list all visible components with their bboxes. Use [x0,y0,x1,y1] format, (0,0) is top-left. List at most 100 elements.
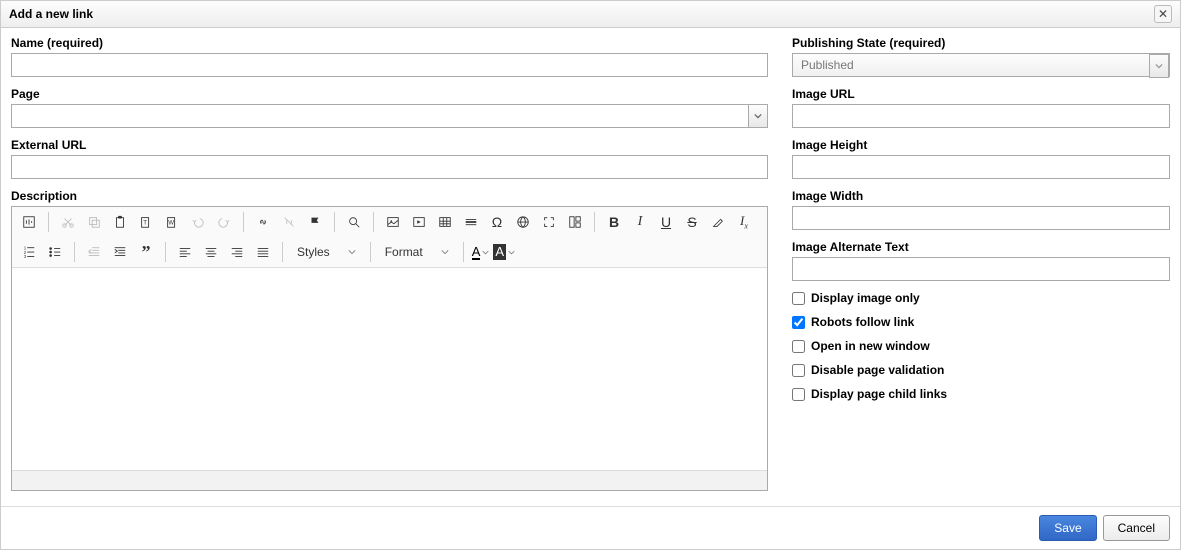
publishing-state-value: Published [793,54,1149,76]
dialog-titlebar: Add a new link ✕ [1,1,1180,28]
paste-word-button[interactable]: W [161,211,183,233]
link-icon [256,215,270,229]
cut-button[interactable] [57,211,79,233]
table-icon [438,215,452,229]
disable-validation-checkbox[interactable] [792,364,805,377]
robots-follow-row: Robots follow link [792,315,1170,329]
ol-icon: 123 [22,245,36,259]
embed-button[interactable] [408,211,430,233]
image-url-field: Image URL [792,87,1170,128]
blockquote-button[interactable]: ” [135,241,157,263]
image-url-label: Image URL [792,87,1170,101]
search-icon [347,215,361,229]
image-width-field: Image Width [792,189,1170,230]
bold-icon: B [609,214,619,230]
redo-button[interactable] [213,211,235,233]
styles-dropdown[interactable]: Styles [291,241,362,263]
image-height-input[interactable] [792,155,1170,179]
image-url-input[interactable] [792,104,1170,128]
hr-button[interactable] [460,211,482,233]
bold-button[interactable]: B [603,211,625,233]
align-left-button[interactable] [174,241,196,263]
paste-word-icon: W [165,215,179,229]
embed-icon [412,215,426,229]
page-input[interactable] [11,104,748,128]
description-label: Description [11,189,768,203]
align-justify-button[interactable] [252,241,274,263]
undo-icon [191,215,205,229]
align-right-button[interactable] [226,241,248,263]
external-url-label: External URL [11,138,768,152]
highlight-button[interactable] [707,211,729,233]
publishing-state-dropdown-button[interactable] [1149,54,1169,78]
italic-icon: I [638,214,643,230]
page-dropdown-button[interactable] [748,104,768,128]
find-button[interactable] [343,211,365,233]
image-alt-field: Image Alternate Text [792,240,1170,281]
italic-button[interactable]: I [629,211,651,233]
text-color-button[interactable]: A [472,241,490,263]
dialog-footer: Save Cancel [1,506,1180,549]
publishing-state-select[interactable]: Published [792,53,1170,77]
removeformat-icon: Ix [740,213,748,231]
display-image-only-label[interactable]: Display image only [811,291,920,305]
image-button[interactable] [382,211,404,233]
robots-follow-checkbox[interactable] [792,316,805,329]
bg-color-button[interactable]: A [493,241,515,263]
strike-button[interactable]: S [681,211,703,233]
display-image-only-checkbox[interactable] [792,292,805,305]
name-input[interactable] [11,53,768,77]
underline-button[interactable]: U [655,211,677,233]
undo-button[interactable] [187,211,209,233]
hr-icon [464,215,478,229]
source-button[interactable] [18,211,40,233]
paste-button[interactable] [109,211,131,233]
display-child-links-checkbox[interactable] [792,388,805,401]
link-button[interactable] [252,211,274,233]
outdent-button[interactable] [83,241,105,263]
external-url-input[interactable] [11,155,768,179]
align-right-icon [230,245,244,259]
iframe-button[interactable] [512,211,534,233]
anchor-button[interactable] [304,211,326,233]
dialog: Add a new link ✕ Name (required) Page [0,0,1181,550]
styles-label: Styles [297,245,330,259]
image-height-label: Image Height [792,138,1170,152]
display-child-links-label[interactable]: Display page child links [811,387,947,401]
open-new-window-label[interactable]: Open in new window [811,339,930,353]
image-alt-input[interactable] [792,257,1170,281]
image-width-input[interactable] [792,206,1170,230]
disable-validation-label[interactable]: Disable page validation [811,363,944,377]
svg-text:3: 3 [24,254,27,259]
paste-text-button[interactable]: T [135,211,157,233]
close-button[interactable]: ✕ [1154,5,1172,23]
unlink-button[interactable] [278,211,300,233]
publishing-state-field: Publishing State (required) Published [792,36,1170,77]
specialchar-button[interactable]: Ω [486,211,508,233]
showblocks-icon [568,215,582,229]
chevron-down-icon [1155,62,1163,70]
copy-button[interactable] [83,211,105,233]
cancel-button[interactable]: Cancel [1103,515,1170,541]
robots-follow-label[interactable]: Robots follow link [811,315,914,329]
bulletlist-button[interactable] [44,241,66,263]
removeformat-button[interactable]: Ix [733,211,755,233]
align-center-button[interactable] [200,241,222,263]
page-select[interactable] [11,104,768,128]
strike-icon: S [687,214,696,230]
save-button[interactable]: Save [1039,515,1096,541]
open-new-window-row: Open in new window [792,339,1170,353]
table-button[interactable] [434,211,456,233]
chevron-down-icon [508,249,515,256]
open-new-window-checkbox[interactable] [792,340,805,353]
maximize-button[interactable] [538,211,560,233]
format-dropdown[interactable]: Format [379,241,455,263]
paste-icon [113,215,127,229]
display-child-links-row: Display page child links [792,387,1170,401]
showblocks-button[interactable] [564,211,586,233]
numberlist-button[interactable]: 123 [18,241,40,263]
indent-button[interactable] [109,241,131,263]
disable-validation-row: Disable page validation [792,363,1170,377]
editor-content-area[interactable] [12,268,767,470]
rich-text-editor: T W Ω [11,206,768,491]
